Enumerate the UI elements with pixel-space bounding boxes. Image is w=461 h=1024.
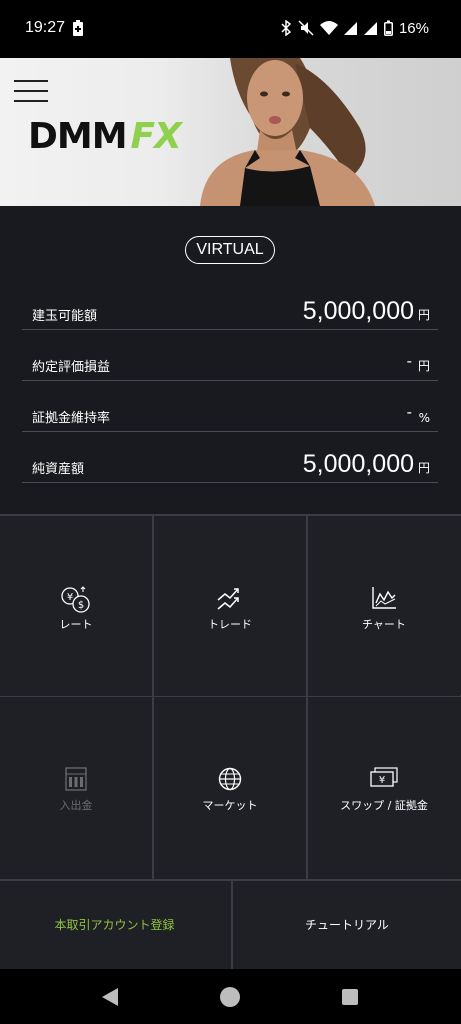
row-unit: % <box>418 411 430 425</box>
row-label: 約定評価損益 <box>32 360 111 375</box>
svg-text:¥: ¥ <box>379 775 385 786</box>
trade-trend-icon <box>217 588 239 610</box>
dmm-fx-logo: DMM FX <box>28 116 182 157</box>
menu-label: チャート <box>362 618 406 631</box>
menu-deposit-withdraw-button: 入出金 <box>0 697 152 877</box>
register-account-button[interactable]: 本取引アカウント登録 <box>0 881 229 969</box>
row-label: 証拠金維持率 <box>32 411 111 426</box>
hero-banner: DMM FX <box>0 58 461 206</box>
bottom-actions: 本取引アカウント登録 チュートリアル <box>0 879 461 969</box>
rate-yen-dollar-icon: ¥ $ <box>61 586 90 613</box>
menu-swap-margin-button[interactable]: ¥ スワップ / 証拠金 <box>308 697 460 877</box>
battery-saver-icon <box>73 20 83 36</box>
svg-text:¥: ¥ <box>67 592 73 603</box>
back-icon[interactable] <box>101 987 119 1007</box>
row-unit: 円 <box>417 308 430 322</box>
wifi-icon <box>319 21 338 35</box>
model-photo <box>200 58 375 206</box>
status-bar: 19:27 16% <box>0 0 461 58</box>
bank-icon <box>65 767 87 791</box>
row-value: - <box>406 353 412 370</box>
menu-market-button[interactable]: マーケット <box>154 697 306 877</box>
menu-trade-button[interactable]: トレード <box>154 516 306 696</box>
system-nav-bar <box>0 969 461 1024</box>
virtual-mode-badge: VIRTUAL <box>185 236 275 264</box>
signal-icon <box>343 22 357 35</box>
row-label: 純資産額 <box>32 462 85 477</box>
mute-icon <box>298 20 314 36</box>
menu-grid: ¥ $ レート トレード チャート 入出金 マーケット ¥ スワップ / 証拠金 <box>0 514 461 879</box>
status-icons: 16% <box>280 18 429 38</box>
menu-label: 入出金 <box>59 799 93 812</box>
account-row-unrealized-pl: 約定評価損益 - 円 <box>22 341 438 381</box>
hamburger-menu-icon[interactable] <box>14 80 48 102</box>
row-value: 5,000,000 <box>302 450 414 478</box>
row-value: - <box>406 404 412 421</box>
home-icon[interactable] <box>220 987 240 1007</box>
row-unit: 円 <box>417 461 430 475</box>
account-summary-panel: VIRTUAL 建玉可能額 5,000,000 円 約定評価損益 - 円 証拠金… <box>0 206 461 514</box>
menu-label: マーケット <box>202 799 258 812</box>
account-row-available-margin: 建玉可能額 5,000,000 円 <box>22 290 438 330</box>
battery-icon <box>383 20 393 36</box>
menu-rate-button[interactable]: ¥ $ レート <box>0 516 152 696</box>
tutorial-button[interactable]: チュートリアル <box>231 881 461 969</box>
battery-percent: 16% <box>398 19 429 37</box>
row-unit: 円 <box>417 359 430 373</box>
menu-label: スワップ / 証拠金 <box>340 799 428 812</box>
account-row-net-assets: 純資産額 5,000,000 円 <box>22 443 438 483</box>
signal-icon <box>363 22 377 35</box>
account-row-margin-ratio: 証拠金維持率 - % <box>22 392 438 432</box>
recents-icon[interactable] <box>342 989 358 1005</box>
menu-chart-button[interactable]: チャート <box>308 516 460 696</box>
menu-label: レート <box>59 618 93 631</box>
row-label: 建玉可能額 <box>32 309 98 324</box>
svg-text:$: $ <box>78 600 84 611</box>
yen-bill-icon: ¥ <box>370 767 398 787</box>
chart-icon <box>372 587 396 609</box>
row-value: 5,000,000 <box>302 297 414 325</box>
menu-label: トレード <box>208 618 252 631</box>
status-time: 19:27 <box>25 19 66 36</box>
bluetooth-icon <box>281 20 292 36</box>
globe-icon <box>218 767 242 791</box>
